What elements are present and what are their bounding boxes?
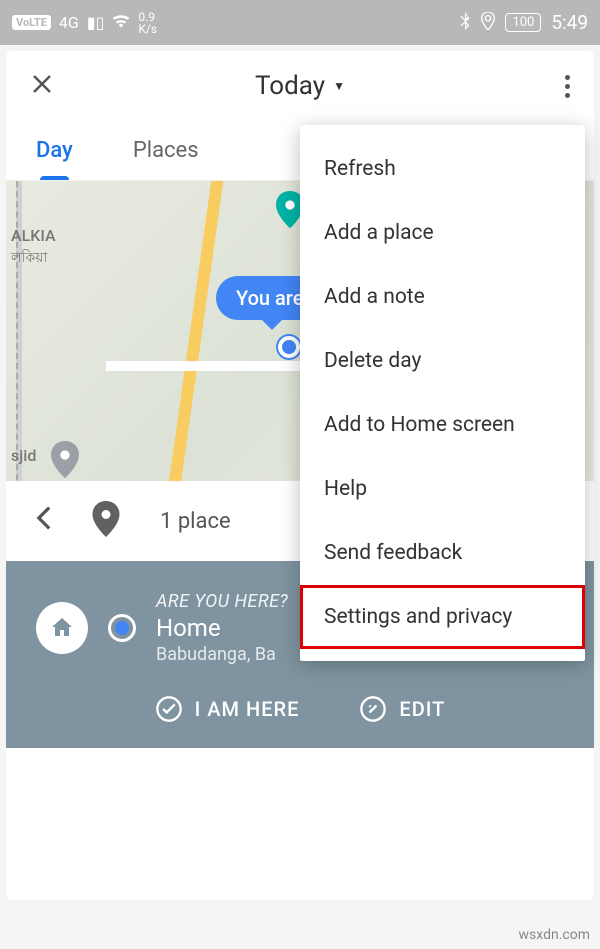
menu-send-feedback[interactable]: Send feedback xyxy=(300,521,585,585)
tab-places[interactable]: Places xyxy=(103,121,229,180)
radio-selected[interactable] xyxy=(108,614,136,642)
speed-indicator: 0.9 K/s xyxy=(138,11,157,35)
watermark: wsxdn.com xyxy=(519,927,590,943)
tab-day[interactable]: Day xyxy=(6,121,103,180)
wifi-icon xyxy=(112,13,130,32)
volte-badge: VoLTE xyxy=(12,15,51,30)
here-place-sub: Babudanga, Ba xyxy=(156,644,288,665)
more-options-button[interactable] xyxy=(565,75,570,98)
status-left: VoLTE 4G ▮▯ 0.9 K/s xyxy=(12,11,157,35)
map-label-alkia: ALKIA xyxy=(11,226,56,245)
here-question: ARE YOU HERE? xyxy=(156,591,288,612)
status-right: 100 5:49 xyxy=(459,11,588,34)
place-count-text: 1 place xyxy=(160,509,231,534)
i-am-here-label: I AM HERE xyxy=(195,697,300,721)
menu-delete-day[interactable]: Delete day xyxy=(300,329,585,393)
menu-settings-privacy[interactable]: Settings and privacy xyxy=(300,585,585,649)
status-bar: VoLTE 4G ▮▯ 0.9 K/s 100 5:49 xyxy=(0,0,600,45)
edit-label: EDIT xyxy=(399,697,445,721)
here-place-name: Home xyxy=(156,614,288,642)
app-header: Today ▼ xyxy=(6,51,594,121)
action-row: I AM HERE EDIT xyxy=(36,695,564,723)
menu-help[interactable]: Help xyxy=(300,457,585,521)
location-icon xyxy=(481,12,495,34)
dropdown-arrow-icon: ▼ xyxy=(333,79,345,93)
menu-add-home-screen[interactable]: Add to Home screen xyxy=(300,393,585,457)
close-button[interactable] xyxy=(30,70,54,103)
menu-add-note[interactable]: Add a note xyxy=(300,265,585,329)
overflow-menu: Refresh Add a place Add a note Delete da… xyxy=(300,125,585,661)
current-location-dot[interactable] xyxy=(278,336,300,358)
battery-indicator: 100 xyxy=(505,13,541,32)
header-title-text: Today xyxy=(255,71,325,101)
here-text-block: ARE YOU HERE? Home Babudanga, Ba xyxy=(156,591,288,665)
edit-button[interactable]: EDIT xyxy=(359,695,445,723)
menu-add-place[interactable]: Add a place xyxy=(300,201,585,265)
place-marker-icon xyxy=(92,501,120,541)
menu-refresh[interactable]: Refresh xyxy=(300,137,585,201)
map-label-sjid: sjid xyxy=(11,446,36,465)
map-marker-gray[interactable] xyxy=(51,441,79,477)
signal-label: 4G xyxy=(59,13,79,32)
clock: 5:49 xyxy=(551,11,588,34)
home-circle-icon[interactable] xyxy=(36,602,88,654)
i-am-here-button[interactable]: I AM HERE xyxy=(155,695,300,723)
bluetooth-icon xyxy=(459,12,471,34)
signal-icon: ▮▯ xyxy=(87,13,105,32)
chevron-left-button[interactable] xyxy=(36,505,52,538)
map-label-alkia-sub: লকিয়া xyxy=(11,246,48,270)
header-title-dropdown[interactable]: Today ▼ xyxy=(255,71,345,101)
